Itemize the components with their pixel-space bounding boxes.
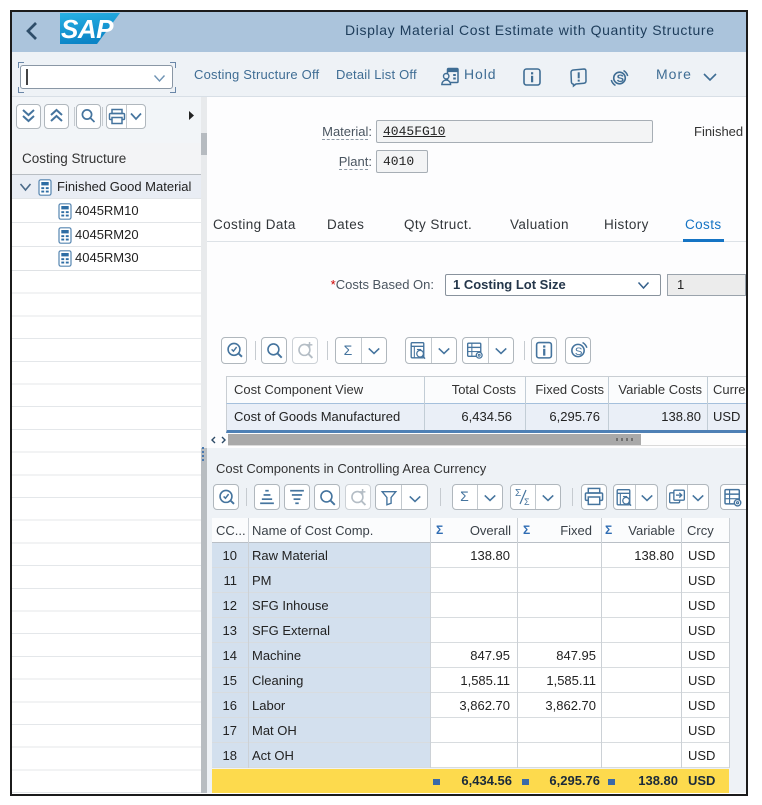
svg-text:Σ: Σ	[524, 497, 530, 507]
svg-text:Σ: Σ	[515, 488, 521, 499]
svg-text:SAP: SAP	[61, 14, 114, 44]
svg-text:S: S	[617, 73, 624, 85]
